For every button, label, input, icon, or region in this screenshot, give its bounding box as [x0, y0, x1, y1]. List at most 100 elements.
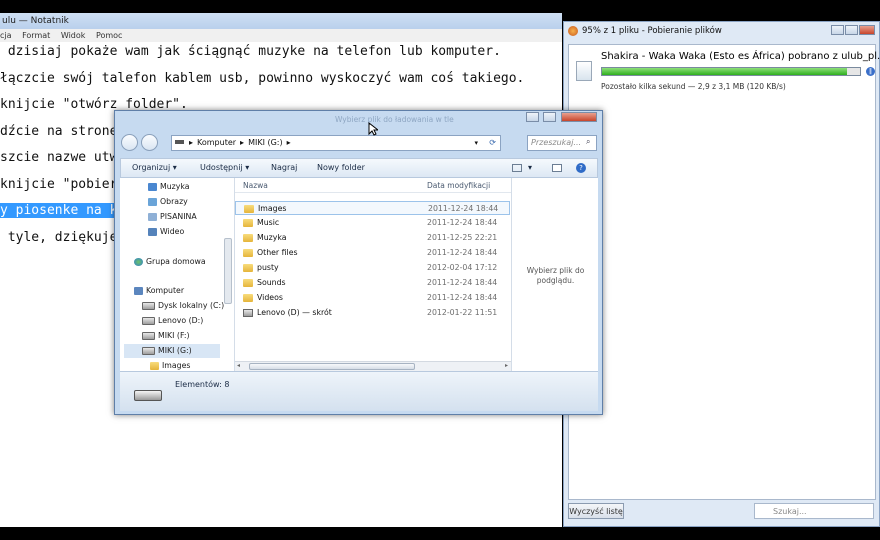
music-icon [148, 183, 157, 191]
menu-help[interactable]: Pomoc [96, 29, 123, 42]
folder-icon [243, 279, 253, 287]
nav-item-pisanina[interactable]: PISANINA [148, 212, 197, 221]
details-pane: Elementów: 8 [120, 371, 598, 411]
mp3-file-icon [576, 61, 592, 81]
download-title-bar: 95% z 1 pliku - Pobieranie plików [564, 22, 880, 40]
nav-item-drive-c[interactable]: Dysk lokalny (C:) [142, 301, 224, 310]
chevron-down-icon[interactable]: ▾ [528, 159, 532, 177]
clear-list-button[interactable]: Wyczyść listę [568, 503, 624, 519]
text-line: dźcie na strone [0, 124, 118, 139]
text-line: szcie nazwe utw [0, 150, 118, 165]
minimize-button[interactable] [526, 112, 539, 122]
nav-item-videos[interactable]: Wideo [148, 227, 184, 236]
notepad-menu-bar: cja Format Widok Pomoc [0, 29, 562, 42]
scroll-right-icon[interactable]: ▸ [505, 362, 508, 369]
folder-icon [244, 205, 254, 213]
pictures-icon [148, 198, 157, 206]
new-folder-button[interactable]: Nowy folder [317, 159, 365, 177]
menu-view[interactable]: Widok [61, 29, 86, 42]
refresh-icon[interactable]: ⟳ [489, 136, 496, 150]
nav-item-computer[interactable]: Komputer [134, 286, 184, 295]
share-button[interactable]: Udostępnij ▾ [200, 159, 249, 177]
column-header-name[interactable]: Nazwa [243, 181, 268, 190]
nav-item-images[interactable]: Images [150, 361, 190, 370]
file-row-other-files[interactable]: Other files 2011-12-24 18:44 [235, 246, 510, 260]
text-line: knijcie "pobier [0, 177, 118, 192]
help-icon[interactable]: ? [576, 163, 586, 173]
homegroup-icon [134, 258, 143, 266]
download-progress-fill [602, 68, 848, 75]
nav-scrollbar[interactable] [224, 238, 232, 304]
forward-button[interactable] [141, 134, 158, 151]
column-header-date[interactable]: Data modyfikacji [427, 181, 490, 190]
file-row-sounds[interactable]: Sounds 2011-12-24 18:44 [235, 276, 510, 290]
file-list: Nazwa Data modyfikacji Images 2011-12-24 … [235, 178, 511, 371]
chevron-down-icon[interactable]: ▾ [474, 136, 478, 150]
text-line: dzisiaj pokaże wam jak ściągnąć muzyke n… [0, 44, 501, 59]
explorer-window: Wybierz plik do ładowania w tle ▸ Kompute… [114, 110, 603, 415]
download-title: 95% z 1 pliku - Pobieranie plików [582, 26, 722, 36]
chevron-right-icon: ▸ [240, 138, 245, 147]
firefox-icon [568, 26, 578, 36]
pause-icon[interactable]: ‖ [866, 67, 875, 76]
preview-pane: Wybierz plik do podglądu. [511, 178, 598, 371]
minimize-button[interactable] [831, 25, 844, 35]
hard-drive-icon [142, 302, 155, 310]
file-row-music[interactable]: Music 2011-12-24 18:44 [235, 216, 510, 230]
address-bar[interactable]: ▸ Komputer ▸ MIKI (G:) ▸ ▾ ⟳ [171, 135, 501, 151]
maximize-button[interactable] [543, 112, 556, 122]
file-row-videos[interactable]: Videos 2011-12-24 18:44 [235, 291, 510, 305]
folder-icon [243, 294, 253, 302]
file-row-pusty[interactable]: pusty 2012-02-04 17:12 [235, 261, 510, 275]
organize-button[interactable]: Organizuj ▾ [132, 159, 177, 177]
horizontal-scrollbar[interactable]: ◂ ▸ [235, 361, 511, 371]
nav-item-homegroup[interactable]: Grupa domowa [134, 257, 206, 266]
library-icon [148, 213, 157, 221]
text-line: łączcie swój talefon kablem usb, powinno… [0, 71, 525, 86]
removable-drive-icon [142, 332, 155, 340]
folder-icon [243, 219, 253, 227]
burn-button[interactable]: Nagraj [271, 159, 297, 177]
item-count: Elementów: 8 [175, 380, 230, 389]
text-line-selected: y piosenke na k [0, 202, 118, 220]
view-icon[interactable] [512, 164, 522, 172]
menu-format[interactable]: Format [22, 29, 50, 42]
download-filename: Shakira - Waka Waka (Esto es África) pob… [601, 51, 880, 62]
nav-item-music[interactable]: Muzyka [148, 182, 190, 191]
breadcrumb-drive[interactable]: MIKI (G:) [248, 138, 283, 147]
scrollbar-thumb[interactable] [249, 363, 415, 370]
download-status: Pozostało kilka sekund — 2,9 z 3,1 MB (1… [601, 82, 786, 91]
text-line: tyle, dziękuje [0, 230, 118, 245]
chevron-right-icon: ▸ [189, 138, 194, 147]
nav-item-pictures[interactable]: Obrazy [148, 197, 188, 206]
nav-item-drive-g[interactable]: MIKI (G:) [124, 344, 220, 358]
search-icon: ⌕ [586, 137, 591, 146]
download-progress-bar [601, 67, 861, 76]
breadcrumb-computer[interactable]: Komputer [197, 138, 236, 147]
file-row-muzyka[interactable]: Muzyka 2011-12-25 22:21 [235, 231, 510, 245]
removable-drive-icon [142, 347, 155, 355]
scroll-left-icon[interactable]: ◂ [237, 362, 240, 369]
selected-text: y piosenke na k [0, 203, 118, 218]
shortcut-icon [243, 309, 253, 317]
close-button[interactable] [859, 25, 875, 35]
maximize-button[interactable] [845, 25, 858, 35]
header-divider [235, 192, 511, 193]
drive-icon [175, 140, 184, 144]
hard-drive-icon [142, 317, 155, 325]
notepad-title-bar: ulu — Notatnik [0, 13, 562, 29]
nav-item-drive-f[interactable]: MIKI (F:) [142, 331, 190, 340]
file-row-shortcut[interactable]: Lenovo (D) — skrót 2012-01-22 11:51 [235, 306, 510, 320]
preview-pane-icon[interactable] [552, 164, 562, 172]
folder-icon [243, 249, 253, 257]
file-row-images[interactable]: Images 2011-12-24 18:44 [235, 201, 510, 215]
back-button[interactable] [121, 134, 138, 151]
download-item[interactable]: Shakira - Waka Waka (Esto es África) pob… [569, 45, 880, 95]
menu-edit[interactable]: cja [0, 29, 12, 42]
nav-item-drive-d[interactable]: Lenovo (D:) [142, 316, 203, 325]
video-icon [148, 228, 157, 236]
command-bar: Organizuj ▾ Udostępnij ▾ Nagraj Nowy fol… [120, 158, 598, 178]
download-search-input[interactable]: Szukaj... [754, 503, 874, 519]
folder-icon [243, 264, 253, 272]
close-button[interactable] [561, 112, 597, 122]
